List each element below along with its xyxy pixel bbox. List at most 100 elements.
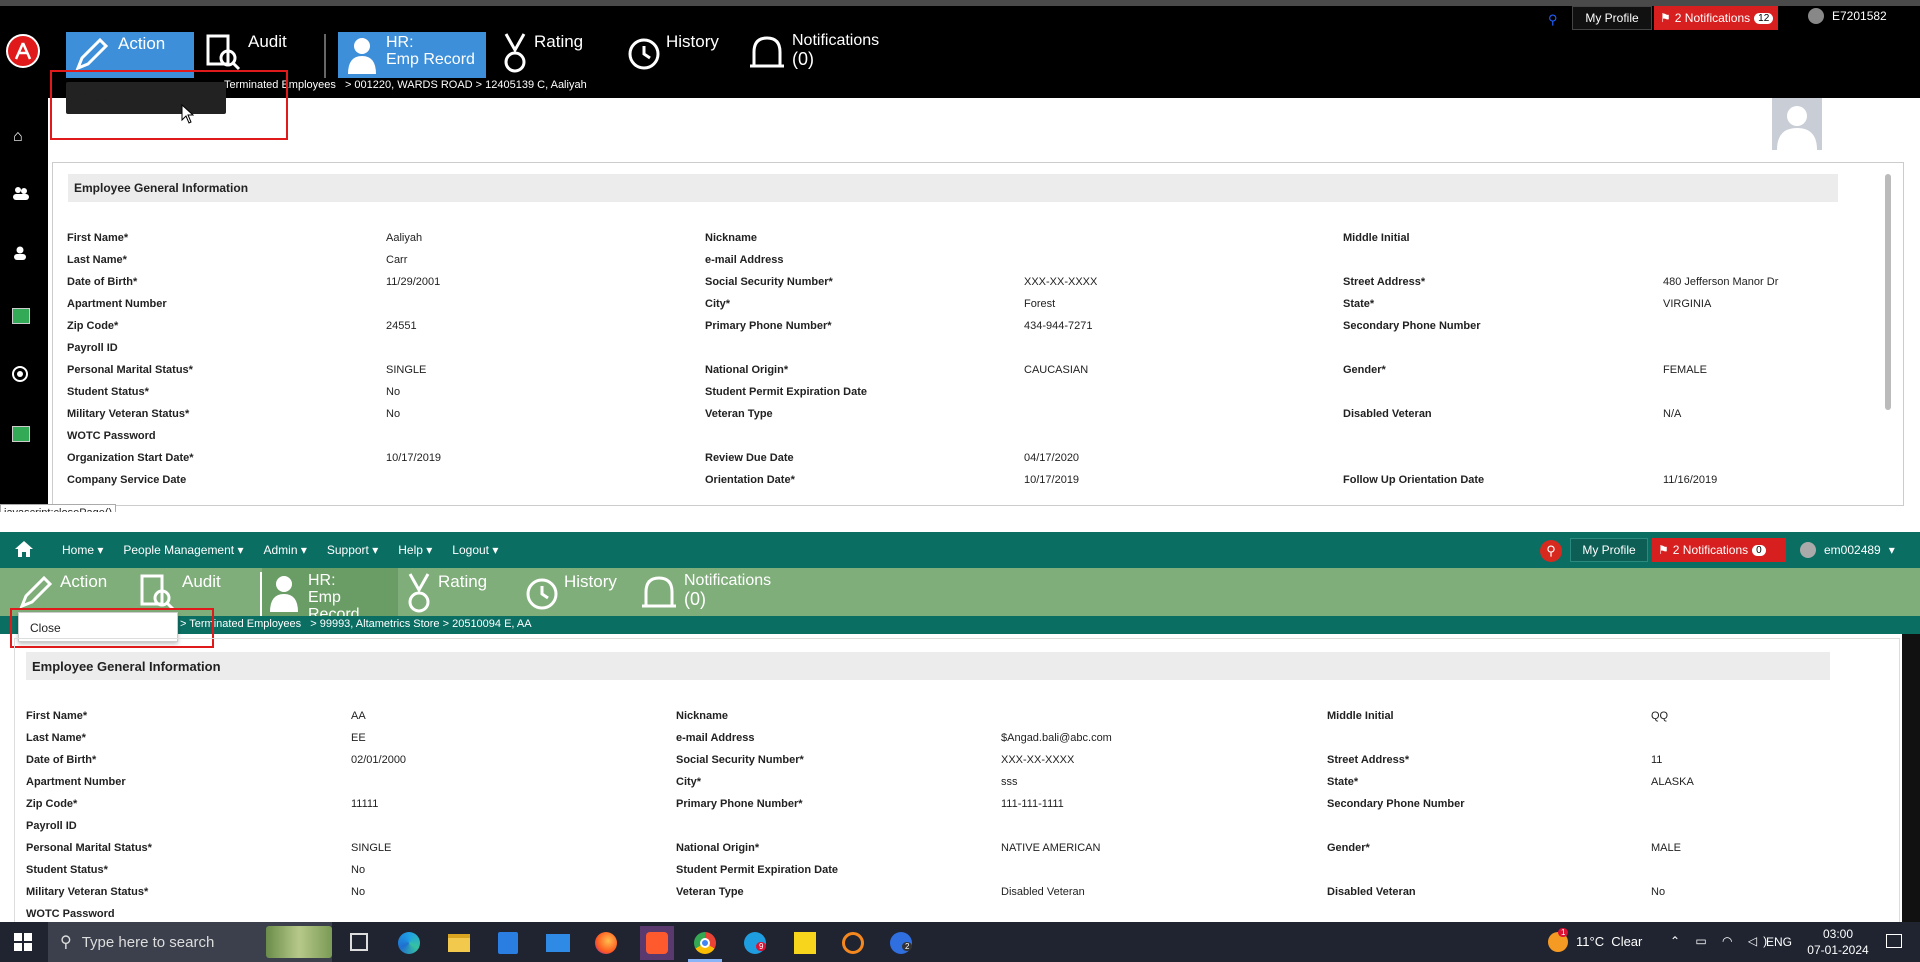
hr-emp-record-button[interactable]: HR: Emp Record [338,32,486,78]
windows-start-icon[interactable] [14,933,32,956]
hr-emp-record-button[interactable]: HR: Emp Record [262,568,398,623]
highlight-box [50,70,288,140]
clock-icon [628,38,660,70]
chrome-icon[interactable] [694,932,716,954]
image-icon[interactable] [12,308,30,324]
home-icon[interactable] [14,540,34,563]
home-icon[interactable]: ⌂ [13,128,23,146]
field-value: 04/17/2020 [1024,452,1080,464]
notifications-toolbar-button[interactable]: Notifications (0) [748,32,879,78]
menu-logout[interactable]: Logout ▾ [452,543,498,557]
menu-home[interactable]: Home ▾ [62,543,103,557]
sticky-notes-icon[interactable] [794,932,816,954]
app-blue-icon[interactable]: 2 [890,932,913,954]
field-value: 480 Jefferson Manor Dr [1663,276,1779,288]
field-label: Company Service Date [67,474,187,486]
notifications-count: (0) [792,49,814,69]
notifications-button[interactable]: ⚑ 2 Notifications 12 [1654,6,1778,30]
app-orange-icon[interactable] [842,932,864,954]
search-icon[interactable]: ⚲ [1540,540,1562,562]
breadcrumb-path: > 001220, WARDS ROAD > 12405139 C, Aaliy… [344,79,587,91]
avatar [1800,542,1816,558]
weather-text[interactable]: 11°C Clear [1576,934,1642,949]
field-label: Veteran Type [676,886,744,898]
flag-icon: ⚑ [1660,11,1671,25]
scrollbar[interactable] [1885,174,1891,410]
pencil-icon [75,37,109,71]
skype-icon[interactable]: 9 [744,932,767,954]
field-value: 11111 [351,798,379,810]
field-value: XXX-XX-XXXX [1024,276,1098,288]
weather-icon[interactable]: 1 [1548,928,1569,952]
clock-time: 03:00 [1822,927,1854,941]
rating-label: Rating [438,572,488,591]
clock[interactable]: 03:00 07-01-2024 [1806,926,1870,958]
file-explorer-icon[interactable] [448,934,470,952]
field-label: WOTC Password [67,430,156,442]
toolbar-divider [324,34,326,78]
search-icon[interactable]: ⚲ [1548,12,1558,28]
section-title: Employee General Information [32,659,221,674]
top-window: ⌂ ⚲ My Profile ⚑ 2 Notifications 12 E720… [0,0,1920,522]
notifications-toolbar-button[interactable]: Notifications (0) [640,572,771,616]
menu-people-management[interactable]: People Management ▾ [123,543,243,557]
people-icon[interactable] [12,186,30,205]
rating-button[interactable]: Rating [404,572,487,616]
notifications-button[interactable]: ⚑ 2 Notifications 0 [1652,538,1786,562]
hr-label-2: Emp Record [386,51,475,68]
language-indicator[interactable]: ENG [1766,935,1792,949]
tray-icons[interactable]: ⌃ ▭ ◠ ◁) [1670,934,1773,948]
user-id: E7201582 [1832,9,1887,23]
history-label: History [666,32,719,51]
main-menu: Home ▾ People Management ▾ Admin ▾ Suppo… [62,543,498,557]
taskbar: ⚲ Type here to search 9 2 1 11°C Clear ⌃… [0,922,1920,962]
info-panel [14,638,1900,928]
field-value: No [351,886,366,898]
bell-icon [642,576,676,608]
app-logo[interactable] [6,34,40,68]
notifications-badge: 12 [1754,12,1774,24]
field-value: No [351,864,366,876]
user-menu[interactable]: E7201582 [1808,8,1887,24]
mail-icon[interactable] [546,934,570,952]
notification-center-icon[interactable] [1886,934,1902,948]
task-view-icon[interactable] [350,933,368,951]
employee-photo [1772,98,1822,150]
field-label: Social Security Number* [676,754,804,766]
support-icon[interactable] [12,366,28,387]
user-menu[interactable]: em002489 ▾ [1800,542,1895,558]
field-value: SINGLE [386,364,427,376]
field-value: N/A [1663,408,1682,420]
field-value: $Angad.bali@abc.com [1001,732,1112,744]
history-button[interactable]: History [524,572,617,616]
clock-icon [526,578,558,610]
rating-button[interactable]: Rating [500,32,583,78]
history-label: History [564,572,617,591]
store-icon[interactable] [498,932,518,954]
field-label: Zip Code* [26,798,78,810]
menu-admin[interactable]: Admin ▾ [263,543,306,557]
my-profile-link[interactable]: My Profile [1572,6,1652,30]
field-value: No [386,386,401,398]
image-icon-2[interactable] [12,426,30,442]
hr-label-1: HR: [386,34,414,51]
my-profile-link[interactable]: My Profile [1570,538,1648,562]
edge-icon[interactable] [398,932,420,954]
field-value: 111-111-1111 [1001,798,1064,810]
action-label: Action [60,572,108,591]
menu-support[interactable]: Support ▾ [327,543,378,557]
history-button[interactable]: History [626,32,719,78]
brave-icon[interactable] [640,926,674,960]
flag-icon: ⚑ [1658,543,1669,557]
menu-help[interactable]: Help ▾ [398,543,432,557]
field-value: 10/17/2019 [1024,474,1080,486]
firefox-icon[interactable] [595,932,617,954]
field-label: Primary Phone Number* [705,320,832,332]
breadcrumb-path: > 99993, Altametrics Store > 20510094 E,… [310,618,532,630]
field-value: Forest [1024,298,1056,310]
field-value: Disabled Veteran [1001,886,1085,898]
field-label: Payroll ID [26,820,77,832]
person-icon[interactable] [13,246,27,265]
field-label: Military Veteran Status* [67,408,190,420]
field-label: National Origin* [676,842,760,854]
